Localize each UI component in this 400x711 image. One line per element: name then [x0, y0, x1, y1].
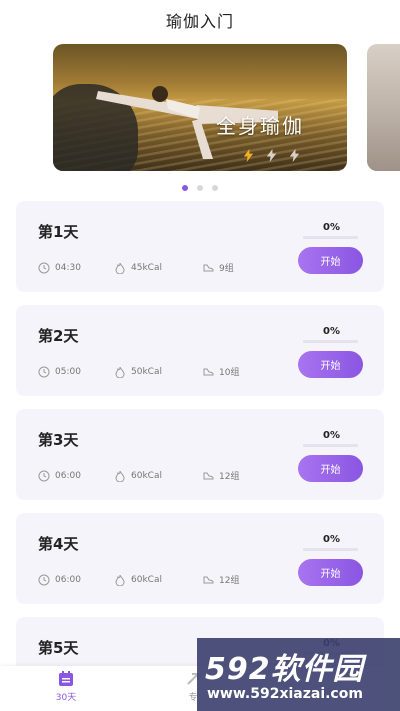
- bolt-icon: [266, 148, 277, 163]
- duration-value: 06:00: [55, 470, 81, 481]
- flame-icon: [115, 470, 125, 482]
- progress-percent: 0%: [323, 430, 340, 441]
- day-stats: 06:00 60kCal 12组: [38, 469, 259, 482]
- day-card[interactable]: 第4天 06:00 60kCal 12组 0% 开始: [16, 513, 384, 604]
- day-title: 第4天: [38, 535, 79, 553]
- clock-icon: [38, 262, 50, 273]
- difficulty-rating: [241, 148, 302, 163]
- watermark: 592软件园 www.592xiazai.com: [197, 638, 400, 711]
- day-card[interactable]: 第1天 04:30 45kCal 9组 0% 开始: [16, 201, 384, 292]
- duration-value: 04:30: [55, 262, 81, 273]
- duration-value: 05:00: [55, 366, 81, 377]
- calories-value: 50kCal: [131, 366, 162, 377]
- duration-stat: 05:00: [38, 366, 94, 378]
- progress-bar: [303, 236, 358, 239]
- shoe-icon: [203, 264, 214, 271]
- start-button[interactable]: 开始: [298, 455, 363, 482]
- day-stats: 05:00 50kCal 10组: [38, 365, 259, 378]
- calories-stat: 50kCal: [114, 366, 182, 378]
- banner-full-body-yoga[interactable]: 全身瑜伽: [53, 44, 347, 171]
- calendar-icon: [59, 671, 73, 686]
- watermark-url: www.592xiazai.com: [207, 686, 363, 702]
- banner-carousel[interactable]: 全身瑜伽: [0, 44, 400, 172]
- day-stats: 04:30 45kCal 9组: [38, 261, 254, 274]
- carousel-dot: [212, 185, 218, 191]
- groups-stat: 9组: [202, 261, 234, 274]
- start-button[interactable]: 开始: [298, 351, 363, 378]
- carousel-indicator: [0, 185, 400, 191]
- header: 瑜伽入门: [0, 0, 400, 40]
- clock-icon: [38, 574, 50, 585]
- shoe-icon: [203, 576, 214, 583]
- day-title: 第1天: [38, 223, 79, 241]
- day-card[interactable]: 第3天 06:00 60kCal 12组 0% 开始: [16, 409, 384, 500]
- calories-value: 60kCal: [131, 574, 162, 585]
- clock-icon: [38, 366, 50, 377]
- day-title: 第3天: [38, 431, 79, 449]
- day-title: 第5天: [38, 639, 79, 657]
- duration-value: 06:00: [55, 574, 81, 585]
- watermark-logo-text: 592软件园: [205, 652, 364, 687]
- groups-value: 10组: [219, 368, 240, 378]
- page-title: 瑜伽入门: [165, 12, 234, 31]
- flame-icon: [115, 262, 125, 274]
- groups-value: 12组: [219, 472, 240, 482]
- progress-bar: [303, 444, 358, 447]
- calories-value: 45kCal: [131, 262, 162, 273]
- progress-bar: [303, 548, 358, 551]
- day-stats: 06:00 60kCal 12组: [38, 573, 259, 586]
- day-card[interactable]: 第2天 05:00 50kCal 10组 0% 开始: [16, 305, 384, 396]
- progress-bar: [303, 340, 358, 343]
- duration-stat: 06:00: [38, 574, 94, 586]
- calories-value: 60kCal: [131, 470, 162, 481]
- tab-30-days[interactable]: 30天: [36, 670, 96, 703]
- tab-label: 30天: [55, 693, 77, 703]
- start-button[interactable]: 开始: [298, 559, 363, 586]
- shoe-icon: [203, 472, 214, 479]
- groups-stat: 12组: [202, 573, 239, 586]
- banner-next[interactable]: [367, 44, 400, 171]
- duration-stat: 04:30: [38, 262, 94, 274]
- progress-percent: 0%: [323, 222, 340, 233]
- bolt-icon: [289, 148, 300, 163]
- flame-icon: [115, 366, 125, 378]
- duration-stat: 06:00: [38, 470, 94, 482]
- flame-icon: [115, 574, 125, 586]
- day-title: 第2天: [38, 327, 79, 345]
- groups-stat: 10组: [202, 365, 239, 378]
- groups-value: 9组: [219, 264, 234, 274]
- bolt-active-icon: [243, 148, 254, 163]
- banner-title: 全身瑜伽: [216, 114, 304, 138]
- groups-value: 12组: [219, 576, 240, 586]
- calories-stat: 60kCal: [114, 470, 182, 482]
- start-button[interactable]: 开始: [298, 247, 363, 274]
- shoe-icon: [203, 368, 214, 375]
- clock-icon: [38, 470, 50, 481]
- calories-stat: 60kCal: [114, 574, 182, 586]
- progress-percent: 0%: [323, 326, 340, 337]
- carousel-dot-active: [182, 185, 188, 191]
- carousel-dot: [197, 185, 203, 191]
- groups-stat: 12组: [202, 469, 239, 482]
- calories-stat: 45kCal: [114, 262, 182, 274]
- progress-percent: 0%: [323, 534, 340, 545]
